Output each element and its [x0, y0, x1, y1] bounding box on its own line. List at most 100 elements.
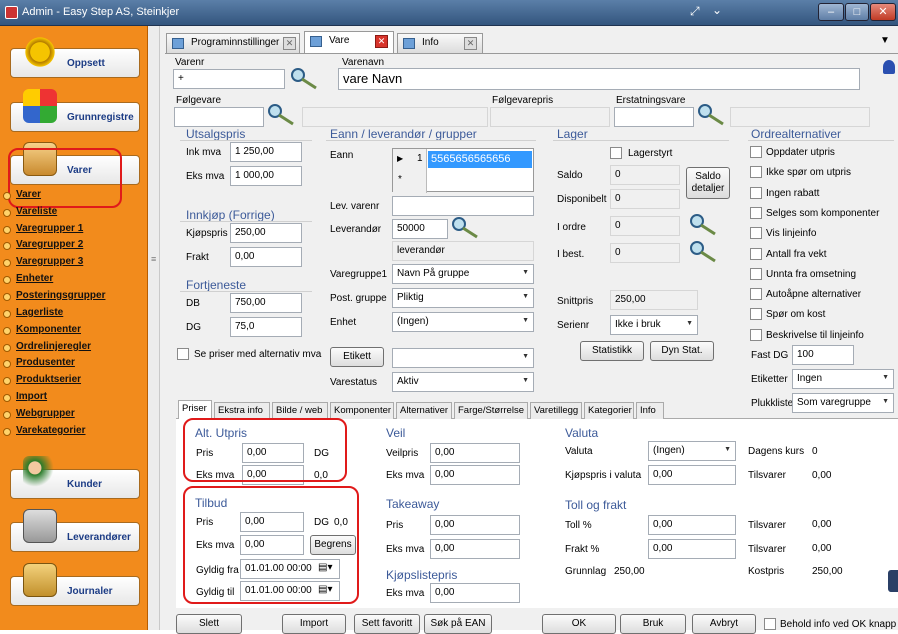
restore-icon[interactable]: ⤢ — [690, 4, 700, 19]
varestatus-select[interactable]: Aktiv — [392, 372, 534, 392]
toll-input[interactable]: 0,00 — [648, 515, 736, 535]
subitem-produktserier[interactable]: Produktserier — [2, 374, 81, 385]
tab-vare[interactable]: Vare ✕ — [304, 31, 394, 53]
subitem-varer[interactable]: Varer — [2, 189, 41, 200]
kjopspris-input[interactable]: 250,00 — [230, 223, 302, 243]
etikett-select[interactable] — [392, 348, 534, 368]
tab-menu-icon[interactable]: ▼ — [880, 35, 890, 46]
minimize-button[interactable]: – — [818, 3, 844, 21]
ordre-option-checkbox[interactable] — [750, 186, 762, 199]
search-key-icon[interactable] — [688, 212, 718, 236]
tab-alternativer[interactable]: Alternativer — [396, 402, 452, 419]
ordre-option-checkbox[interactable] — [750, 288, 762, 301]
db-input[interactable]: 750,00 — [230, 293, 302, 313]
ordre-option-checkbox[interactable] — [750, 328, 762, 341]
side-handle[interactable] — [888, 570, 898, 592]
subitem-varegrupper-3[interactable]: Varegrupper 3 — [2, 256, 83, 267]
saldo-detaljer-button[interactable]: Saldo detaljer — [686, 167, 730, 199]
subitem-posteringsgrupper[interactable]: Posteringsgrupper — [2, 290, 105, 301]
search-key-icon[interactable] — [688, 239, 718, 263]
ok-button[interactable]: OK — [542, 614, 616, 634]
sidebar-button-grunnregistre[interactable]: Grunnregistre — [10, 89, 140, 132]
search-key-icon[interactable] — [450, 215, 480, 239]
erstatningsvare-input[interactable] — [614, 107, 694, 127]
statistikk-button[interactable]: Statistikk — [580, 341, 644, 361]
tab-bilde-web[interactable]: Bilde / web — [272, 402, 328, 419]
subitem-varegrupper-2[interactable]: Varegrupper 2 — [2, 239, 83, 250]
eann-grid[interactable]: ▶ 1 5565656565656 * — [392, 148, 534, 193]
subitem-webgrupper[interactable]: Webgrupper — [3, 408, 75, 419]
dg-input[interactable]: 75,0 — [230, 317, 302, 337]
close-button[interactable]: ✕ — [870, 3, 896, 21]
enhet-select[interactable]: (Ingen) — [392, 312, 534, 332]
eann-cell[interactable]: 5565656565656 — [428, 151, 532, 168]
etikett-button[interactable]: Etikett — [330, 347, 384, 367]
sidebar-button-journaler[interactable]: Journaler — [10, 563, 140, 606]
subitem-varekategorier[interactable]: Varekategorier — [3, 425, 86, 436]
valuta-select[interactable]: (Ingen) — [648, 441, 736, 461]
fast-dg-input[interactable]: 100 — [792, 345, 854, 365]
avbryt-button[interactable]: Avbryt — [692, 614, 756, 634]
takeaway-eks-input[interactable]: 0,00 — [430, 539, 520, 559]
ink-mva-input[interactable]: 1 250,00 — [230, 142, 302, 162]
veil-eks-input[interactable]: 0,00 — [430, 465, 520, 485]
splitter[interactable]: ≡ — [148, 26, 160, 630]
veilpris-input[interactable]: 0,00 — [430, 443, 520, 463]
ordre-option-checkbox[interactable] — [750, 166, 762, 179]
serienr-select[interactable]: Ikke i bruk — [610, 315, 698, 335]
ordre-option-checkbox[interactable] — [750, 247, 762, 260]
tab-farge-storrelse[interactable]: Farge/Størrelse — [454, 402, 528, 419]
kjopspris-valuta-input[interactable]: 0,00 — [648, 465, 736, 485]
bruk-button[interactable]: Bruk — [620, 614, 686, 634]
kjopsliste-eks-input[interactable]: 0,00 — [430, 583, 520, 603]
subitem-enheter[interactable]: Enheter — [2, 273, 53, 284]
subitem-import[interactable]: Import — [2, 391, 47, 402]
ordre-option-checkbox[interactable] — [750, 146, 762, 158]
behold-checkbox[interactable] — [764, 618, 776, 630]
tab-kategorier[interactable]: Kategorier — [584, 402, 634, 419]
tab-info[interactable]: Info ✕ — [397, 33, 483, 53]
tab-info-bottom[interactable]: Info — [636, 402, 664, 419]
lev-varenr-input[interactable] — [392, 196, 534, 216]
post-gruppe-select[interactable]: Pliktig — [392, 288, 534, 308]
chevron-down-icon[interactable]: ⌄ — [712, 3, 722, 17]
sett-favoritt-button[interactable]: Sett favoritt — [354, 614, 420, 634]
slett-button[interactable]: Slett — [176, 614, 242, 634]
subitem-komponenter[interactable]: Komponenter — [3, 324, 81, 335]
subitem-lagerliste[interactable]: Lagerliste — [2, 307, 63, 318]
tab-komponenter[interactable]: Komponenter — [330, 402, 394, 419]
varenr-input[interactable]: + — [173, 69, 285, 89]
takeaway-pris-input[interactable]: 0,00 — [430, 515, 520, 535]
sidebar-button-oppsett[interactable]: Oppsett — [10, 35, 140, 78]
folgevare-input[interactable] — [174, 107, 264, 127]
ordre-option-checkbox[interactable] — [750, 308, 762, 321]
frakt-pct-input[interactable]: 0,00 — [648, 539, 736, 559]
eks-mva-input[interactable]: 1 000,00 — [230, 166, 302, 186]
se-priser-checkbox[interactable] — [177, 348, 189, 360]
leverandor-input[interactable]: 50000 — [392, 219, 448, 239]
pin-icon[interactable] — [883, 60, 895, 74]
sok-ean-button[interactable]: Søk på EAN — [424, 614, 492, 634]
ordre-option-checkbox[interactable] — [750, 227, 762, 240]
sidebar-button-leverandorer[interactable]: Leverandører — [10, 509, 140, 552]
close-icon[interactable]: ✕ — [464, 37, 477, 50]
search-key-icon[interactable] — [289, 66, 319, 90]
subitem-ordrelinjeregler[interactable]: Ordrelinjeregler — [2, 341, 91, 352]
subitem-varegrupper-1[interactable]: Varegrupper 1 — [2, 223, 83, 234]
plukkliste-select[interactable]: Som varegruppe — [792, 393, 894, 413]
subitem-vareliste[interactable]: Vareliste — [2, 206, 57, 217]
tab-varetillegg[interactable]: Varetillegg — [530, 402, 582, 419]
subitem-produsenter[interactable]: Produsenter — [3, 357, 75, 368]
dyn-stat-button[interactable]: Dyn Stat. — [650, 341, 714, 361]
varenavn-input[interactable]: vare Navn — [338, 68, 860, 90]
tab-programinnstillinger[interactable]: Programinnstillinger ✕ — [166, 33, 300, 53]
sidebar-button-kunder[interactable]: Kunder — [10, 456, 140, 499]
ordre-option-checkbox[interactable] — [750, 206, 762, 219]
frakt-input[interactable]: 0,00 — [230, 247, 302, 267]
search-key-icon[interactable] — [696, 102, 726, 126]
varegruppe1-select[interactable]: Navn På gruppe — [392, 264, 534, 284]
etiketter-select[interactable]: Ingen — [792, 369, 894, 389]
search-key-icon[interactable] — [266, 102, 296, 126]
tab-priser[interactable]: Priser — [178, 400, 212, 419]
import-button[interactable]: Import — [282, 614, 346, 634]
